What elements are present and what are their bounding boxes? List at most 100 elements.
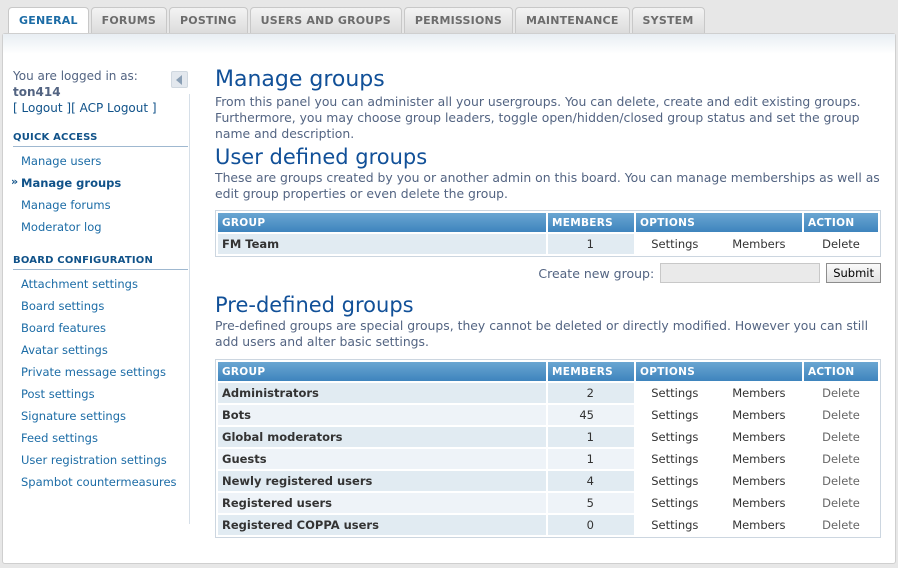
- group-name[interactable]: Registered users: [218, 493, 546, 513]
- table-header-row: GROUP MEMBERS OPTIONS ACTION: [218, 213, 878, 232]
- menu-board-features[interactable]: Board features: [13, 317, 188, 339]
- predefined-description: Pre-defined groups are special groups, t…: [215, 318, 869, 349]
- create-group-row: Create new group: Submit: [215, 260, 881, 286]
- group-member-count: 2: [548, 383, 634, 403]
- members-link[interactable]: Members: [715, 405, 802, 425]
- tab-permissions[interactable]: PERMISSIONS: [403, 7, 514, 33]
- delete-label: Delete: [804, 427, 878, 447]
- tab-system[interactable]: SYSTEM: [631, 7, 705, 33]
- tab-general[interactable]: GENERAL: [8, 7, 89, 34]
- table-row: Newly registered users 4 Settings Member…: [218, 471, 878, 491]
- menu-feed-settings[interactable]: Feed settings: [13, 427, 188, 449]
- group-name[interactable]: Administrators: [218, 383, 546, 403]
- menu-manage-users[interactable]: Manage users: [13, 150, 188, 172]
- menu-spambot-countermeasures[interactable]: Spambot countermeasures: [13, 471, 188, 493]
- quick-access-title: QUICK ACCESS: [13, 132, 188, 147]
- board-configuration-menu: Attachment settings Board settings Board…: [13, 273, 188, 493]
- quick-access-menu: Manage users Manage groups Manage forums…: [11, 150, 188, 238]
- group-member-count: 4: [548, 471, 634, 491]
- settings-link[interactable]: Settings: [636, 449, 714, 469]
- group-member-count: 1: [548, 427, 634, 447]
- delete-label: Delete: [804, 493, 878, 513]
- header-options: OPTIONS: [636, 362, 802, 381]
- group-member-count: 0: [548, 515, 634, 535]
- settings-link[interactable]: Settings: [636, 234, 714, 254]
- table-row: Global moderators 1 Settings Members Del…: [218, 427, 878, 447]
- settings-link[interactable]: Settings: [636, 515, 714, 535]
- group-name[interactable]: Global moderators: [218, 427, 546, 447]
- predefined-title: Pre-defined groups: [215, 293, 414, 317]
- create-group-input[interactable]: [660, 263, 821, 283]
- delete-link[interactable]: Delete: [804, 234, 878, 254]
- submit-button[interactable]: Submit: [826, 263, 881, 283]
- tab-forums[interactable]: FORUMS: [90, 7, 167, 33]
- header-action: ACTION: [804, 213, 878, 232]
- group-name[interactable]: Registered COPPA users: [218, 515, 546, 535]
- content: Manage groups From this panel you can ad…: [215, 66, 881, 538]
- delete-label: Delete: [804, 405, 878, 425]
- delete-label: Delete: [804, 383, 878, 403]
- settings-link[interactable]: Settings: [636, 405, 714, 425]
- group-member-count: 45: [548, 405, 634, 425]
- group-name[interactable]: Bots: [218, 405, 546, 425]
- user-defined-title: User defined groups: [215, 145, 428, 169]
- settings-link[interactable]: Settings: [636, 471, 714, 491]
- members-link[interactable]: Members: [715, 449, 802, 469]
- login-info: You are logged in as: ton414 [ Logout ][…: [13, 68, 157, 116]
- group-member-count: 5: [548, 493, 634, 513]
- menu-attachment-settings[interactable]: Attachment settings: [13, 273, 188, 295]
- menu-board-settings[interactable]: Board settings: [13, 295, 188, 317]
- settings-link[interactable]: Settings: [636, 493, 714, 513]
- collapse-sidebar-icon[interactable]: [171, 71, 188, 88]
- user-defined-table: GROUP MEMBERS OPTIONS ACTION FM Team 1 S…: [215, 210, 881, 257]
- settings-link[interactable]: Settings: [636, 383, 714, 403]
- tab-posting[interactable]: POSTING: [169, 7, 248, 33]
- members-link[interactable]: Members: [715, 493, 802, 513]
- table-row: Guests 1 Settings Members Delete: [218, 449, 878, 469]
- menu-manage-forums[interactable]: Manage forums: [13, 194, 188, 216]
- menu-private-message-settings[interactable]: Private message settings: [13, 361, 188, 383]
- login-username: ton414: [13, 85, 61, 99]
- delete-label: Delete: [804, 515, 878, 535]
- tab-bar: GENERAL FORUMS POSTING USERS AND GROUPS …: [8, 7, 707, 34]
- table-row: Bots 45 Settings Members Delete: [218, 405, 878, 425]
- header-members: MEMBERS: [548, 362, 634, 381]
- header-options: OPTIONS: [636, 213, 802, 232]
- group-name[interactable]: Guests: [218, 449, 546, 469]
- acp-logout-link[interactable]: [ ACP Logout ]: [71, 101, 157, 115]
- table-header-row: GROUP MEMBERS OPTIONS ACTION: [218, 362, 878, 381]
- user-defined-description: These are groups created by you or anoth…: [215, 170, 880, 201]
- menu-post-settings[interactable]: Post settings: [13, 383, 188, 405]
- members-link[interactable]: Members: [715, 383, 802, 403]
- table-row: Registered users 5 Settings Members Dele…: [218, 493, 878, 513]
- menu-user-registration-settings[interactable]: User registration settings: [13, 449, 188, 471]
- board-configuration-title: BOARD CONFIGURATION: [13, 255, 188, 270]
- settings-link[interactable]: Settings: [636, 427, 714, 447]
- page-description: From this panel you can administer all y…: [215, 94, 861, 141]
- group-member-count: 1: [548, 234, 634, 254]
- page-title: Manage groups: [215, 67, 385, 92]
- sidebar-divider: [189, 94, 190, 524]
- sidebar: You are logged in as: ton414 [ Logout ][…: [3, 34, 189, 563]
- create-group-label: Create new group:: [538, 265, 655, 281]
- menu-moderator-log[interactable]: Moderator log: [13, 216, 188, 238]
- group-name[interactable]: Newly registered users: [218, 471, 546, 491]
- header-members: MEMBERS: [548, 213, 634, 232]
- header-group: GROUP: [218, 213, 546, 232]
- group-name: FM Team: [218, 234, 546, 254]
- menu-signature-settings[interactable]: Signature settings: [13, 405, 188, 427]
- members-link[interactable]: Members: [715, 471, 802, 491]
- tab-maintenance[interactable]: MAINTENANCE: [515, 7, 630, 33]
- members-link[interactable]: Members: [715, 427, 802, 447]
- members-link[interactable]: Members: [715, 515, 802, 535]
- main-panel: You are logged in as: ton414 [ Logout ][…: [2, 33, 896, 564]
- delete-label: Delete: [804, 449, 878, 469]
- logout-link[interactable]: [ Logout ]: [13, 101, 71, 115]
- delete-label: Delete: [804, 471, 878, 491]
- header-action: ACTION: [804, 362, 878, 381]
- members-link[interactable]: Members: [715, 234, 802, 254]
- tab-users-and-groups[interactable]: USERS AND GROUPS: [249, 7, 402, 33]
- header-group: GROUP: [218, 362, 546, 381]
- menu-avatar-settings[interactable]: Avatar settings: [13, 339, 188, 361]
- menu-manage-groups[interactable]: Manage groups: [11, 171, 188, 194]
